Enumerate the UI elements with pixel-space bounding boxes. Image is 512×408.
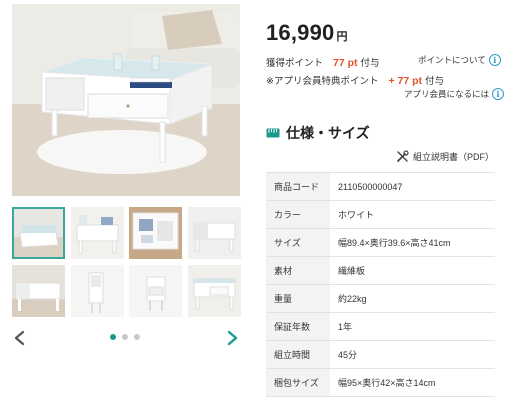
spec-value: ホワイト <box>330 200 495 229</box>
info-icon: i <box>492 88 505 100</box>
tools-icon <box>397 150 409 162</box>
pagination-dot[interactable] <box>110 334 116 340</box>
spec-value: 幅89.4×奥行39.6×高さ41cm <box>330 228 495 257</box>
member-points-suffix: 付与 <box>425 76 445 87</box>
spec-key: 素材 <box>266 256 330 285</box>
member-points-label: ※アプリ会員特典ポイント <box>266 76 379 87</box>
thumbnail-1[interactable] <box>12 207 65 259</box>
spec-row: カラー ホワイト <box>266 200 495 229</box>
become-member-label: アプリ会員になるには <box>404 89 490 99</box>
member-points-row: ※アプリ会員特典ポイント + 77 pt 付与 <box>266 73 444 87</box>
thumbnail-4[interactable] <box>188 207 241 259</box>
assembly-manual-label: 組立説明書（PDF） <box>413 152 495 162</box>
main-product-photo[interactable] <box>12 4 240 196</box>
spec-heading-text: 仕様・サイズ <box>286 125 370 141</box>
spec-row: 重量 約22kg <box>266 284 495 313</box>
spec-table: 商品コード 2110500000047 カラー ホワイト サイズ 幅89.4×奥行39.6… <box>266 172 495 397</box>
gallery-next-button[interactable] <box>224 328 242 348</box>
spec-heading: 仕様・サイズ <box>266 123 370 143</box>
spec-key: 商品コード <box>266 172 330 201</box>
thumbnail-5[interactable] <box>12 265 65 317</box>
product-price: 16,990 円 <box>266 20 348 46</box>
spec-row: 組立時間 45分 <box>266 340 495 369</box>
chevron-left-icon <box>14 330 25 346</box>
spec-key: カラー <box>266 200 330 229</box>
about-points-link[interactable]: ポイントについて i <box>418 54 501 66</box>
spec-key: 保証年数 <box>266 312 330 341</box>
ruler-icon <box>266 128 280 138</box>
earned-points-value: 77 pt <box>333 57 358 69</box>
spec-key: 重量 <box>266 284 330 313</box>
earned-points-suffix: 付与 <box>360 58 380 69</box>
spec-key: 梱包サイズ <box>266 368 330 397</box>
spec-row: 商品コード 2110500000047 <box>266 172 495 201</box>
spec-value: 2110500000047 <box>330 172 495 201</box>
spec-value: 幅95×奥行42×高さ14cm <box>330 368 495 397</box>
spec-row: 梱包サイズ 幅95×奥行42×高さ14cm <box>266 368 495 397</box>
earned-points-label: 獲得ポイント <box>266 58 324 69</box>
thumbnail-2[interactable] <box>71 207 124 259</box>
spec-row: サイズ 幅89.4×奥行39.6×高さ41cm <box>266 228 495 257</box>
chevron-right-icon <box>227 330 238 346</box>
spec-value: 45分 <box>330 340 495 369</box>
earned-points-row: 獲得ポイント 77 pt 付与 <box>266 55 380 69</box>
about-points-label: ポイントについて <box>418 55 486 65</box>
info-icon: i <box>488 54 501 66</box>
thumbnail-8[interactable] <box>188 265 241 317</box>
thumbnail-3[interactable] <box>129 207 182 259</box>
assembly-manual-link[interactable]: 組立説明書（PDF） <box>396 150 494 163</box>
pagination-dot[interactable] <box>122 334 128 340</box>
thumbnail-6[interactable] <box>71 265 124 317</box>
spec-row: 保証年数 1年 <box>266 312 495 341</box>
price-value: 16,990 <box>266 20 335 45</box>
spec-key: サイズ <box>266 228 330 257</box>
become-member-link[interactable]: アプリ会員になるには i <box>404 88 505 100</box>
spec-value: 1年 <box>330 312 495 341</box>
gallery-prev-button[interactable] <box>10 328 28 348</box>
spec-value: 約22kg <box>330 284 495 313</box>
gallery-pagination <box>110 334 140 340</box>
member-points-value: + 77 pt <box>388 75 423 87</box>
pagination-dot[interactable] <box>134 334 140 340</box>
spec-row: 素材 繊維板 <box>266 256 495 285</box>
price-unit: 円 <box>336 31 348 43</box>
spec-value: 繊維板 <box>330 256 495 285</box>
spec-key: 組立時間 <box>266 340 330 369</box>
thumbnail-7[interactable] <box>129 265 182 317</box>
